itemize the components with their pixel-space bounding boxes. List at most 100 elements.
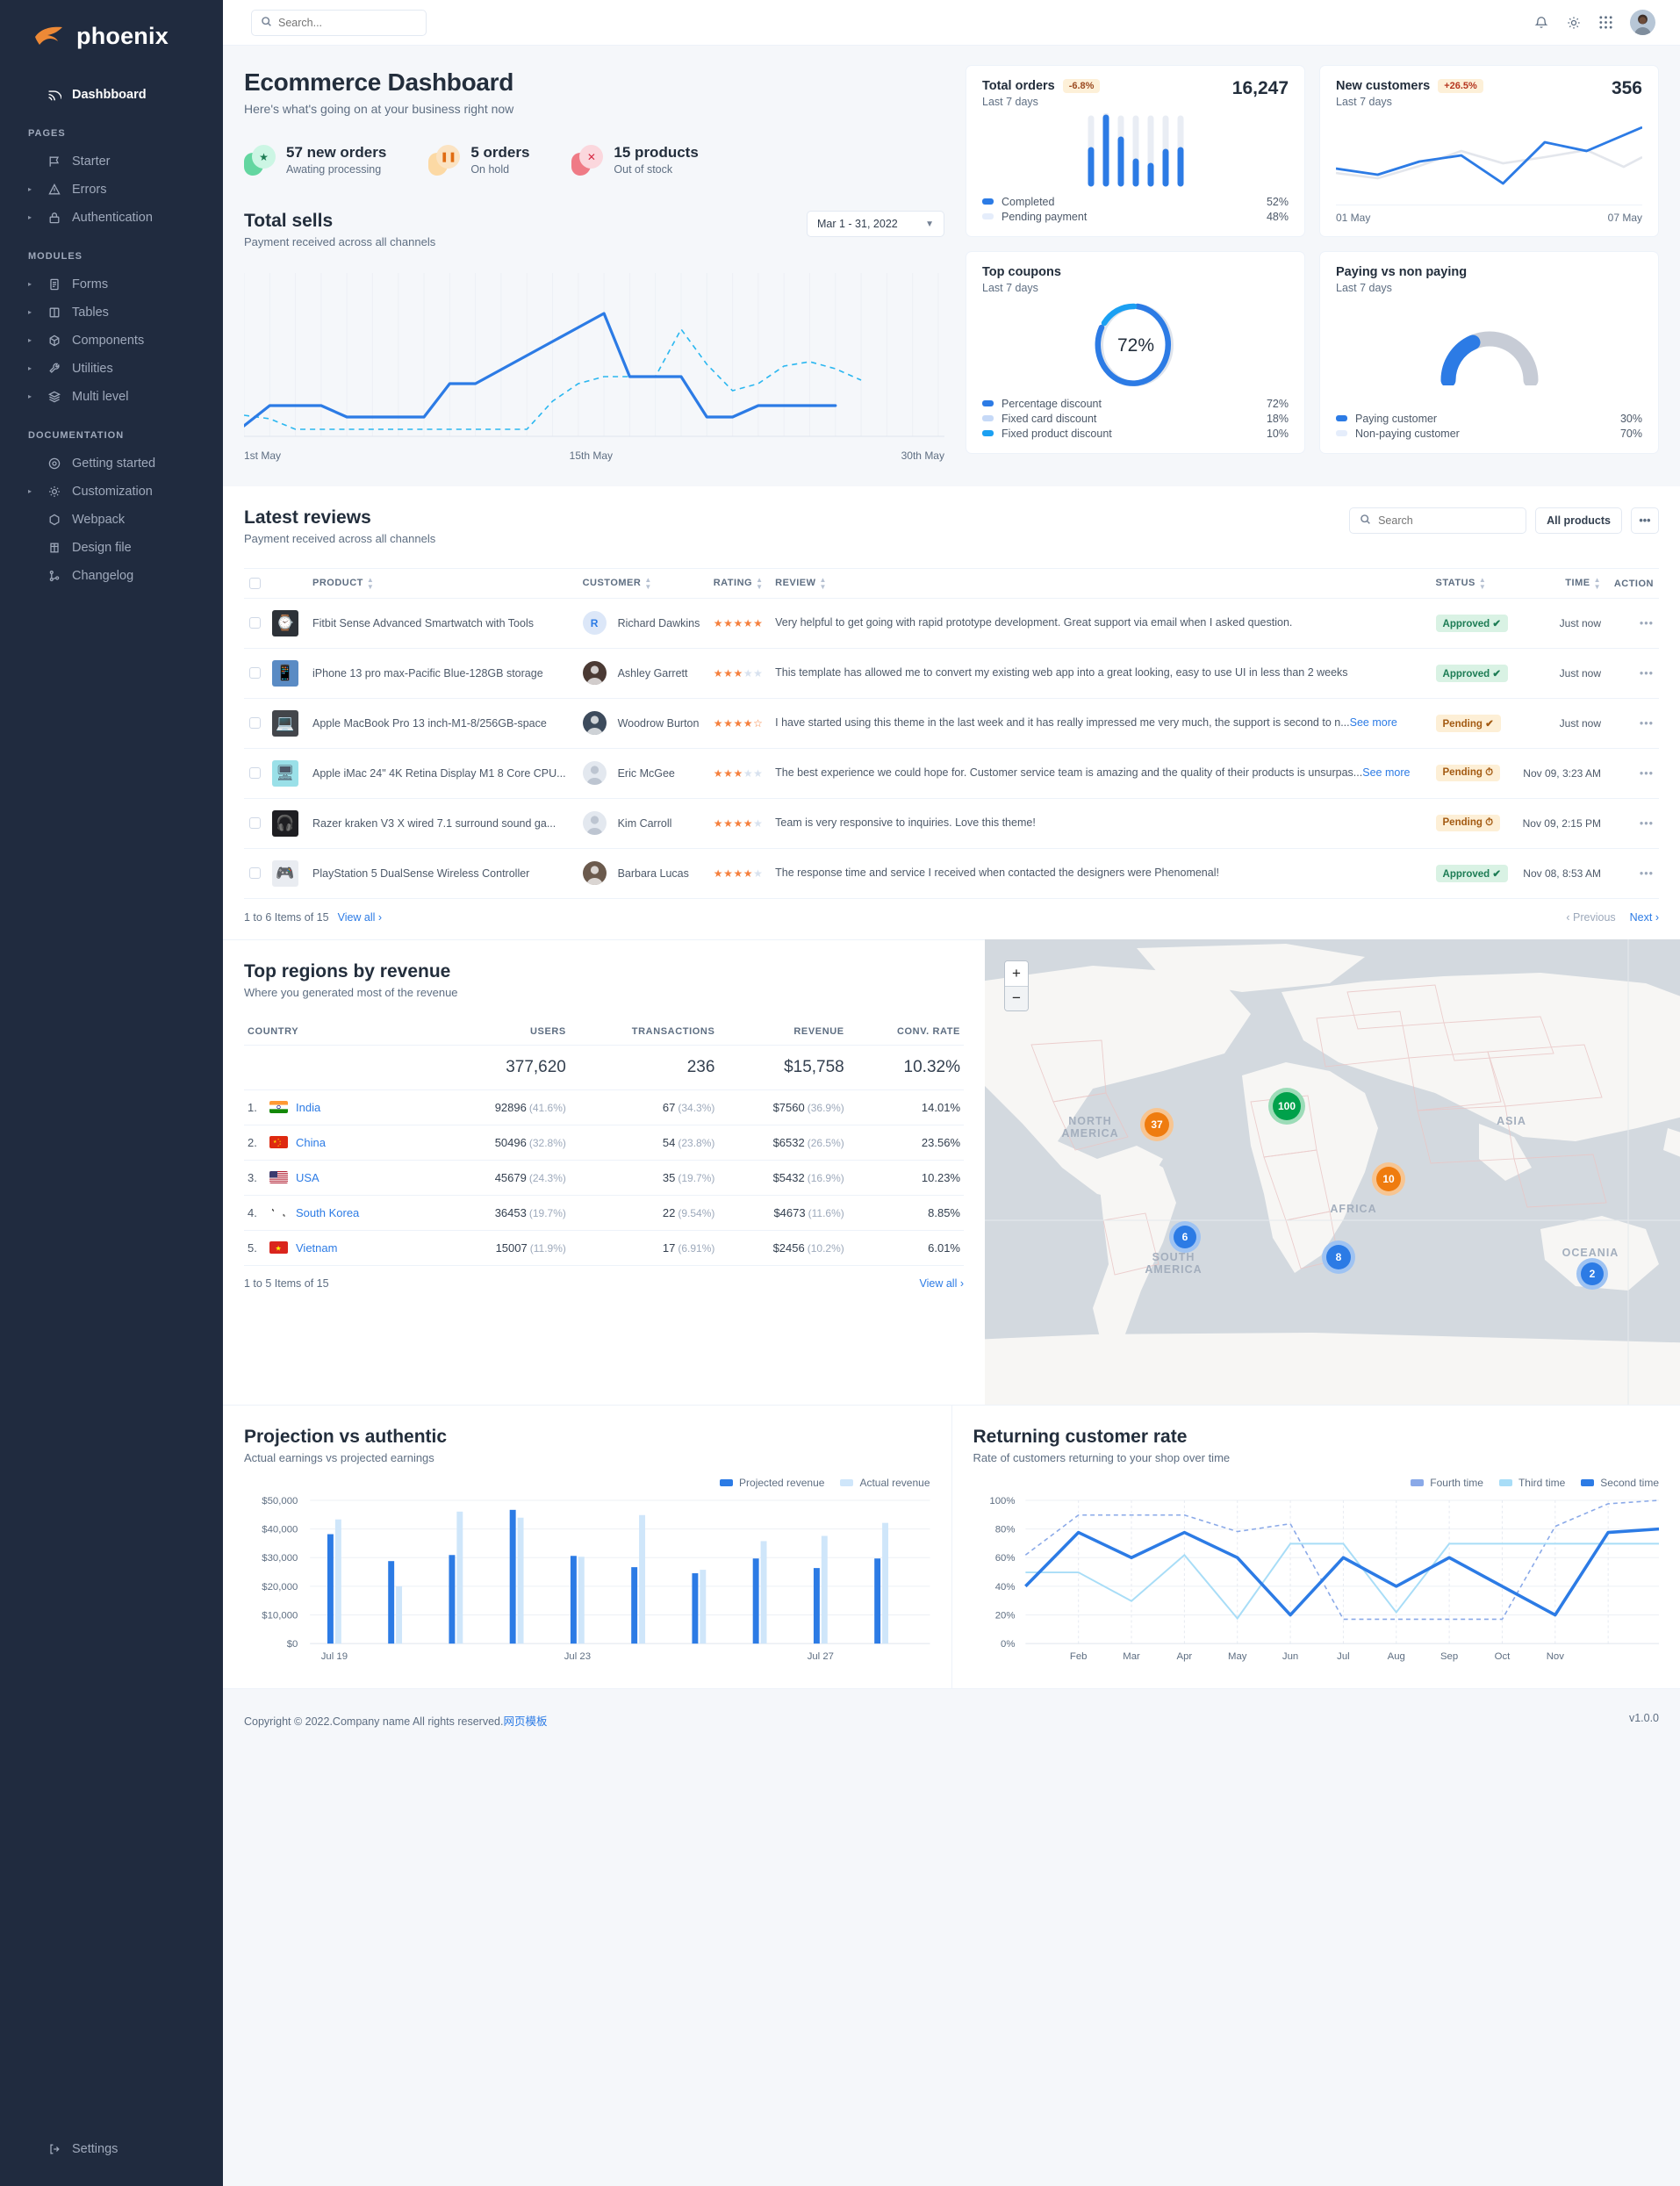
search-input[interactable] (278, 16, 417, 29)
brand-logo-area[interactable]: phoenix (0, 0, 223, 73)
country-flag-icon (269, 1101, 288, 1114)
projection-chart-panel: Projection vs authentic Actual earnings … (223, 1406, 951, 1688)
country-name[interactable]: Vietnam (296, 1241, 337, 1255)
sort-icon: ▲ ▼ (819, 576, 827, 591)
col-time[interactable]: TIME ▲ ▼ (1515, 568, 1606, 599)
country-name[interactable]: South Korea (296, 1206, 359, 1219)
card-title: New customers (1336, 79, 1431, 93)
map-zoom-controls[interactable]: + − (1004, 960, 1029, 1011)
legend-label: Percentage discount (1002, 397, 1102, 410)
select-all-checkbox[interactable] (249, 578, 261, 590)
country-name[interactable]: India (296, 1101, 320, 1114)
regions-table: COUNTRY USERS TRANSACTIONS REVENUE CONV.… (244, 1017, 964, 1266)
search-icon (261, 16, 272, 30)
sidebar-item-forms[interactable]: ▸ Forms (0, 270, 223, 298)
map-marker[interactable]: 8 (1326, 1244, 1351, 1269)
sidebar-item-starter[interactable]: ▸ Starter (0, 147, 223, 176)
rank-label: 4. (248, 1205, 257, 1219)
sidebar-item-getting-started[interactable]: ▸ Getting started (0, 449, 223, 478)
footer-link[interactable]: 网页模板 (503, 1715, 547, 1728)
country-name[interactable]: USA (296, 1171, 319, 1184)
map-marker[interactable]: 37 (1145, 1111, 1169, 1137)
card-title: Paying vs non paying (1336, 265, 1468, 279)
avatar[interactable] (1630, 10, 1655, 35)
map-marker[interactable]: 100 (1273, 1091, 1301, 1120)
col-customer[interactable]: CUSTOMER ▲ ▼ (577, 568, 708, 599)
map-zoom-out-button[interactable]: − (1005, 985, 1028, 1010)
row-actions-button[interactable]: ••• (1640, 817, 1654, 830)
map-zoom-in-button[interactable]: + (1005, 960, 1028, 986)
legend-item: Projected revenue (720, 1477, 824, 1489)
col-status[interactable]: STATUS ▲ ▼ (1430, 568, 1516, 599)
gear-icon[interactable] (1566, 15, 1582, 31)
rating-stars: ★★★★★ (713, 766, 764, 780)
total-orders-barchart (982, 108, 1289, 194)
svg-text:20%: 20% (994, 1610, 1015, 1621)
date-range-select[interactable]: Mar 1 - 31, 2022 ▼ (807, 211, 944, 238)
row-checkbox[interactable] (249, 767, 261, 780)
map-region-label: SOUTH AMERICA (1145, 1250, 1203, 1276)
world-map[interactable]: + − NORTH AMERICA ASIA AFRICA SOUTH AMERICA… (985, 938, 1680, 1405)
transactions-value: 35 (662, 1170, 676, 1184)
see-more-link[interactable]: See more (1350, 716, 1397, 729)
sidebar-item-changelog[interactable]: ▸ Changelog (0, 562, 223, 590)
map-marker[interactable]: 10 (1376, 1166, 1401, 1191)
transactions-value: 67 (662, 1100, 676, 1114)
svg-text:$20,000: $20,000 (262, 1582, 298, 1593)
sidebar-item-dashboard[interactable]: ▸ Dashbboard (0, 80, 223, 109)
sidebar-item-customization[interactable]: ▸ Customization (0, 478, 223, 506)
legend-label: Fixed card discount (1002, 412, 1097, 425)
bell-icon[interactable] (1533, 15, 1549, 31)
all-products-filter-button[interactable]: All products (1535, 507, 1622, 535)
users-value: 92896 (494, 1100, 527, 1114)
row-checkbox[interactable] (249, 817, 261, 830)
sells-axis-mid: 15th May (569, 449, 613, 463)
country-name[interactable]: China (296, 1136, 326, 1149)
row-checkbox[interactable] (249, 667, 261, 680)
sidebar-item-multi-level[interactable]: ▸ Multi level (0, 383, 223, 411)
sidebar-item-webpack[interactable]: ▸ Webpack (0, 506, 223, 534)
map-marker[interactable]: 6 (1174, 1225, 1196, 1248)
revenue-value: $7560 (772, 1100, 805, 1114)
sidebar-item-utilities[interactable]: ▸ Utilities (0, 355, 223, 383)
reviews-table: PRODUCT ▲ ▼ CUSTOMER ▲ ▼ RATING ▲ ▼ REVIEW ▲ ▼ S… (244, 568, 1659, 899)
row-checkbox[interactable] (249, 867, 261, 880)
more-options-button[interactable]: ••• (1631, 507, 1659, 535)
row-actions-button[interactable]: ••• (1640, 767, 1654, 780)
global-search[interactable] (251, 9, 427, 36)
reviews-search-input[interactable] (1378, 514, 1517, 528)
reviews-view-all-link[interactable]: View all › (338, 911, 382, 924)
reviews-search[interactable] (1349, 507, 1527, 535)
see-more-link[interactable]: See more (1362, 766, 1410, 779)
row-actions-button[interactable]: ••• (1640, 717, 1654, 730)
sidebar-item-components[interactable]: ▸ Components (0, 327, 223, 355)
product-name: Apple iMac 24" 4K Retina Display M1 8 Co… (312, 766, 566, 780)
sidebar-item-design-file[interactable]: ▸ Design file (0, 534, 223, 562)
regions-count: 1 to 5 Items of 15 (244, 1276, 329, 1290)
regions-view-all-link[interactable]: View all › (920, 1277, 964, 1290)
apps-grid-icon[interactable] (1598, 15, 1613, 30)
sidebar-item-label: Getting started (72, 457, 156, 471)
row-checkbox[interactable] (249, 717, 261, 730)
col-product[interactable]: PRODUCT ▲ ▼ (307, 568, 578, 599)
status-badge: Pending ⏱ (1435, 765, 1501, 782)
map-marker[interactable]: 2 (1581, 1262, 1604, 1285)
row-checkbox[interactable] (249, 617, 261, 629)
col-rating[interactable]: RATING ▲ ▼ (707, 568, 771, 599)
sidebar-item-errors[interactable]: ▸ Errors (0, 176, 223, 204)
previous-page-button[interactable]: ‹ Previous (1566, 911, 1615, 924)
sidebar-item-settings[interactable]: ▸ Settings (28, 2135, 223, 2163)
review-text: The best experience we could hope for. C… (775, 766, 1411, 780)
sidebar-item-label: Multi level (72, 390, 129, 404)
next-page-button[interactable]: Next › (1630, 911, 1659, 924)
hexagon-icon (46, 513, 62, 527)
sidebar-item-tables[interactable]: ▸ Tables (0, 298, 223, 327)
col-review[interactable]: REVIEW ▲ ▼ (770, 568, 1431, 599)
product-thumbnail: 🖥 (272, 759, 298, 787)
row-actions-button[interactable]: ••• (1640, 617, 1654, 629)
row-actions-button[interactable]: ••• (1640, 667, 1654, 680)
row-actions-button[interactable]: ••• (1640, 867, 1654, 880)
table-row: 4. South Korea 36453 (19.7%) 22 (9.54%) $4673(… (244, 1195, 964, 1231)
sidebar-item-authentication[interactable]: ▸ Authentication (0, 204, 223, 232)
svg-text:$50,000: $50,000 (262, 1496, 298, 1506)
